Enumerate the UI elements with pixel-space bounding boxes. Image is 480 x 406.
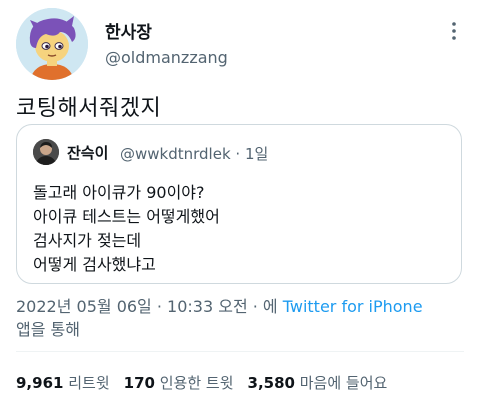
cartoon-character-avatar [16,8,88,80]
retweets-stat[interactable]: 9,961 리트윗 [16,372,110,393]
quoted-author-meta: @wwkdtnrdlek · 1일 [120,145,269,163]
likes-label: 마음에 들어요 [299,374,388,392]
quoted-author-avatar[interactable] [33,139,59,165]
photo-avatar [33,139,59,165]
likes-count: 3,580 [247,374,295,392]
quote-tweets-count: 170 [123,374,155,392]
quoted-text-line: 아이큐 테스트는 어떻게했어 [33,207,220,226]
more-vertical-icon[interactable] [448,20,460,42]
tweet-text: 코팅해서줘겠지 [16,96,162,121]
quoted-text-line: 검사지가 젖는데 [33,231,142,250]
retweets-count: 9,961 [16,374,64,392]
tweet-timestamp: 2022년 05월 06일 · 10:33 오전 · 에 Twitter for… [16,293,423,317]
timestamp-text[interactable]: 2022년 05월 06일 · 10:33 오전 · 에 [16,297,283,316]
quote-tweets-label: 인용한 트윗 [159,374,234,392]
author-handle[interactable]: @oldmanzzang [105,48,228,67]
author-display-name[interactable]: 한사장 [105,18,152,43]
tweet-detail: 한사장 @oldmanzzang 코팅해서줘겠지 잔슥이 @wwkdtnrdle… [0,0,480,406]
author-avatar[interactable] [16,8,88,80]
quoted-text-line: 어떻게 검사했냐고 [33,255,156,274]
quoted-tweet-card[interactable]: 잔슥이 @wwkdtnrdlek · 1일 돌고래 아이큐가 90이야? 아이큐… [16,124,462,284]
quote-tweets-stat[interactable]: 170 인용한 트윗 [124,372,234,393]
retweets-label: 리트윗 [68,374,110,392]
quoted-author-display-name: 잔슥이 [67,144,109,162]
divider [16,351,464,352]
quoted-text-line: 돌고래 아이큐가 90이야? [33,183,205,202]
likes-stat[interactable]: 3,580 마음에 들어요 [248,372,388,393]
source-link[interactable]: Twitter for iPhone [283,297,423,316]
source-suffix: 앱을 통해 [16,320,80,339]
engagement-stats: 9,961 리트윗 170 인용한 트윗 3,580 마음에 들어요 [16,372,401,393]
